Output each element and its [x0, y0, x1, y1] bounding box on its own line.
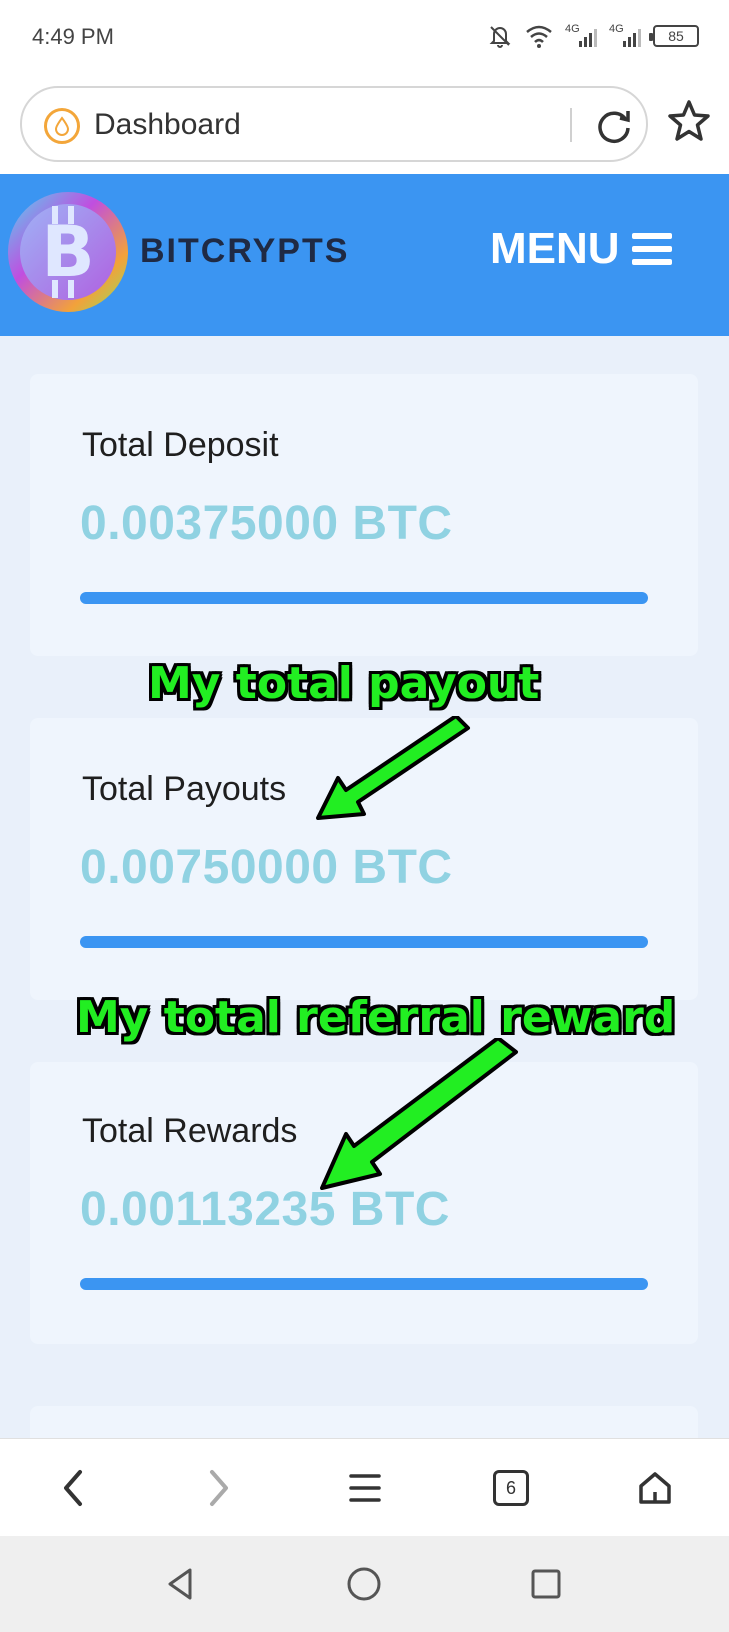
brand-name[interactable]: BITCRYPTS: [140, 232, 349, 271]
hamburger-icon: [631, 233, 672, 265]
card-value: 0.00750000 BTC: [80, 841, 453, 894]
arrow-icon: [316, 716, 470, 820]
payout-annotation: My total payout: [148, 658, 540, 709]
total-deposit-card: Total Deposit 0.00375000 BTC: [30, 374, 698, 656]
next-card: [30, 1406, 698, 1438]
site-header: B BITCRYPTS MENU: [0, 174, 729, 336]
star-icon[interactable]: [666, 98, 712, 144]
menu-icon[interactable]: [340, 1463, 390, 1513]
card-title: Total Deposit: [82, 426, 279, 464]
tab-count: 6: [493, 1470, 529, 1506]
signal-icon: 4G: [609, 23, 641, 47]
battery-icon: 85: [649, 25, 699, 47]
progress-bar: [80, 592, 648, 604]
menu-button[interactable]: MENU: [490, 224, 672, 274]
referral-annotation: My total referral reward: [76, 992, 676, 1043]
card-title: Total Payouts: [82, 770, 287, 808]
browser-toolbar: Dashboard: [0, 76, 729, 174]
home-circle-icon[interactable]: [344, 1564, 384, 1604]
bitcoin-logo[interactable]: B: [2, 186, 134, 318]
back-triangle-icon[interactable]: [160, 1564, 200, 1604]
system-nav-bar: [0, 1536, 729, 1632]
address-bar[interactable]: Dashboard: [20, 86, 648, 162]
progress-bar: [80, 936, 648, 948]
recents-square-icon[interactable]: [526, 1564, 566, 1604]
status-bar: 4:49 PM 4G 4G 85: [0, 0, 729, 76]
wifi-icon: [526, 25, 552, 48]
status-time: 4:49 PM: [32, 24, 114, 49]
arrow-icon: [320, 1038, 518, 1190]
dashboard-content: Total Deposit 0.00375000 BTC Total Payou…: [0, 336, 729, 1438]
menu-label: MENU: [490, 224, 620, 273]
card-title: Total Rewards: [82, 1112, 298, 1150]
reload-icon[interactable]: [592, 104, 636, 148]
back-icon[interactable]: [48, 1463, 98, 1513]
droplet-icon: [44, 108, 80, 144]
card-value: 0.00375000 BTC: [80, 497, 453, 550]
divider: [570, 108, 572, 142]
progress-bar: [80, 1278, 648, 1290]
mute-bell-icon: [489, 26, 511, 48]
signal1-label: 4G: [565, 23, 580, 35]
tabs-icon[interactable]: 6: [486, 1463, 536, 1513]
status-icons: 4G 4G 85: [487, 22, 699, 50]
page-title[interactable]: Dashboard: [94, 108, 241, 142]
forward-icon[interactable]: [194, 1463, 244, 1513]
home-icon[interactable]: [630, 1463, 680, 1513]
signal-icon: 4G: [565, 23, 597, 47]
battery-level: 85: [668, 28, 684, 44]
browser-bottom-nav: 6: [0, 1438, 729, 1536]
signal2-label: 4G: [609, 23, 624, 35]
